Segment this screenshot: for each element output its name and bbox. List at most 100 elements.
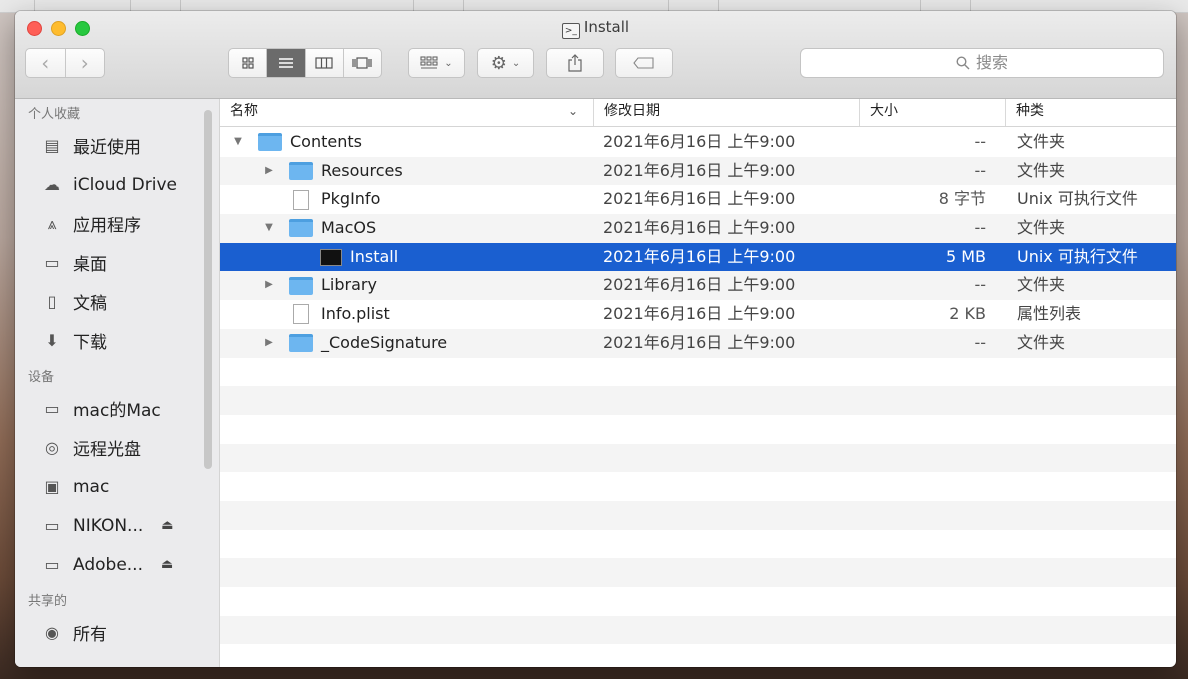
eject-icon[interactable]: ⏏ <box>161 518 173 533</box>
tag-button[interactable] <box>615 48 673 78</box>
arrange-icon <box>420 56 438 69</box>
disclosure-closed-icon[interactable]: ▶ <box>263 329 275 358</box>
sidebar-item-label: iCloud Drive <box>73 174 178 195</box>
file-name-cell: ▼ Contents <box>232 128 362 157</box>
sidebar: 个人收藏 ▤ 最近使用 ☁ iCloud Drive ⩓ 应用程序 ▭ 桌面 ▯ 文稿 ⬇ 下载 设备… <box>15 99 220 667</box>
titlebar: >_ Install ‹ › ⌄ ⚙ ⌄ 搜索 <box>15 11 1176 99</box>
column-date-label: 修改日期 <box>604 103 660 119</box>
table-row[interactable]: ▶ _CodeSignature 2021年6月16日 上午9:00 -- 文件夹 <box>220 328 1176 358</box>
column-size[interactable]: 大小 <box>859 99 1004 126</box>
gallery-view-button[interactable] <box>342 49 381 77</box>
icon-view-button[interactable] <box>229 49 266 77</box>
action-button[interactable]: ⚙ ⌄ <box>477 48 534 78</box>
computer-icon: ▭ <box>44 399 60 418</box>
table-row[interactable]: ▶ Library 2021年6月16日 上午9:00 -- 文件夹 <box>220 271 1176 301</box>
chevron-down-icon: ⌄ <box>444 57 453 69</box>
sidebar-section-devices: 设备 <box>28 370 55 385</box>
column-date[interactable]: 修改日期 <box>593 99 858 126</box>
back-button[interactable]: ‹ <box>26 49 65 77</box>
search-field[interactable]: 搜索 <box>800 48 1164 78</box>
sidebar-item-shared-0[interactable]: ◉ 所有 <box>15 613 219 652</box>
table-row[interactable]: Install 2021年6月16日 上午9:00 5 MB Unix 可执行文件 <box>220 242 1176 272</box>
folder-icon <box>289 276 313 295</box>
sidebar-item-devices-1[interactable]: ◎ 远程光盘 <box>15 428 219 467</box>
file-name: _CodeSignature <box>321 332 448 352</box>
sidebar-item-label: 远程光盘 <box>73 440 141 460</box>
column-view-button[interactable] <box>304 49 343 77</box>
empty-row <box>220 500 1176 530</box>
folder-icon <box>289 334 313 353</box>
search-placeholder: 搜索 <box>975 53 1008 72</box>
empty-row <box>220 530 1176 559</box>
sidebar-item-label: 应用程序 <box>73 216 141 236</box>
table-row[interactable]: ▼ Contents 2021年6月16日 上午9:00 -- 文件夹 <box>220 128 1176 157</box>
empty-row <box>220 443 1176 473</box>
share-button[interactable] <box>546 48 604 78</box>
file-name-cell: Info.plist <box>263 300 390 329</box>
sidebar-item-devices-0[interactable]: ▭ mac的Mac <box>15 389 219 428</box>
nav-buttons: ‹ › <box>25 48 105 78</box>
empty-row <box>220 587 1176 616</box>
network-icon: ◉ <box>45 623 59 642</box>
empty-row <box>220 558 1176 587</box>
file-name: Info.plist <box>321 304 390 324</box>
gear-icon: ⚙ <box>490 52 507 74</box>
empty-row <box>220 472 1176 501</box>
volume-icon: ▭ <box>44 555 60 574</box>
empty-row <box>220 644 1176 667</box>
sidebar-item-favorites-3[interactable]: ▭ 桌面 <box>15 243 219 282</box>
file-kind: 文件夹 <box>1017 218 1066 238</box>
document-icon <box>293 189 309 210</box>
column-header: 名称 ⌄ 修改日期 大小 种类 <box>220 99 1176 127</box>
sidebar-item-favorites-1[interactable]: ☁ iCloud Drive <box>15 165 219 204</box>
file-name: Contents <box>290 132 362 151</box>
file-date: 2021年6月16日 上午9:00 <box>603 132 796 151</box>
column-name[interactable]: 名称 ⌄ <box>220 99 592 126</box>
window-title: >_ Install <box>15 18 1176 39</box>
sort-chevron-icon: ⌄ <box>567 104 578 118</box>
sidebar-item-label: mac <box>73 476 110 497</box>
sidebar-scrollbar[interactable] <box>204 110 212 469</box>
search-icon <box>956 51 970 79</box>
sidebar-item-favorites-0[interactable]: ▤ 最近使用 <box>15 126 219 165</box>
group-by-button[interactable]: ⌄ <box>408 48 465 78</box>
empty-row <box>220 386 1176 415</box>
sidebar-item-label: 最近使用 <box>73 138 141 158</box>
volume-icon: ▭ <box>44 516 60 535</box>
sidebar-item-devices-3[interactable]: ▭ NIKON... ⏏ <box>15 506 219 545</box>
sidebar-item-devices-2[interactable]: ▣ mac <box>15 467 219 506</box>
sidebar-item-label: 桌面 <box>73 255 107 275</box>
file-date: 2021年6月16日 上午9:00 <box>603 218 796 238</box>
recents-icon: ▤ <box>44 136 60 155</box>
column-kind[interactable]: 种类 <box>1005 99 1176 126</box>
file-size: -- <box>974 332 986 352</box>
sidebar-item-favorites-4[interactable]: ▯ 文稿 <box>15 282 219 321</box>
sidebar-item-devices-4[interactable]: ▭ Adobe... ⏏ <box>15 545 219 584</box>
disclosure-closed-icon[interactable]: ▶ <box>263 271 275 300</box>
terminal-app-icon: >_ <box>561 23 580 39</box>
grid-icon <box>242 57 254 69</box>
sidebar-item-favorites-2[interactable]: ⩓ 应用程序 <box>15 204 219 243</box>
column-name-label: 名称 <box>230 103 258 119</box>
forward-button[interactable]: › <box>64 49 105 77</box>
file-kind: 文件夹 <box>1017 132 1066 151</box>
list-view-button[interactable] <box>266 49 305 77</box>
table-row[interactable]: ▼ MacOS 2021年6月16日 上午9:00 -- 文件夹 <box>220 214 1176 243</box>
disk-icon: ▣ <box>44 477 60 496</box>
file-name-cell: Install <box>294 243 398 272</box>
disclosure-closed-icon[interactable]: ▶ <box>263 157 275 186</box>
disclosure-open-icon[interactable]: ▼ <box>232 128 244 157</box>
sidebar-item-label: 文稿 <box>73 294 107 314</box>
file-name: PkgInfo <box>321 189 381 209</box>
table-row[interactable]: PkgInfo 2021年6月16日 上午9:00 8 字节 Unix 可执行文件 <box>220 185 1176 214</box>
sidebar-item-favorites-5[interactable]: ⬇ 下载 <box>15 321 219 360</box>
file-kind: 文件夹 <box>1017 160 1066 180</box>
eject-icon[interactable]: ⏏ <box>161 557 173 572</box>
file-name-cell: ▶ Library <box>263 271 377 300</box>
table-row[interactable]: ▶ Resources 2021年6月16日 上午9:00 -- 文件夹 <box>220 156 1176 186</box>
file-date: 2021年6月16日 上午9:00 <box>603 304 796 324</box>
file-name-cell: PkgInfo <box>263 185 380 214</box>
disclosure-open-icon[interactable]: ▼ <box>263 214 275 243</box>
file-name: Install <box>350 246 399 266</box>
table-row[interactable]: Info.plist 2021年6月16日 上午9:00 2 KB 属性列表 <box>220 300 1176 329</box>
